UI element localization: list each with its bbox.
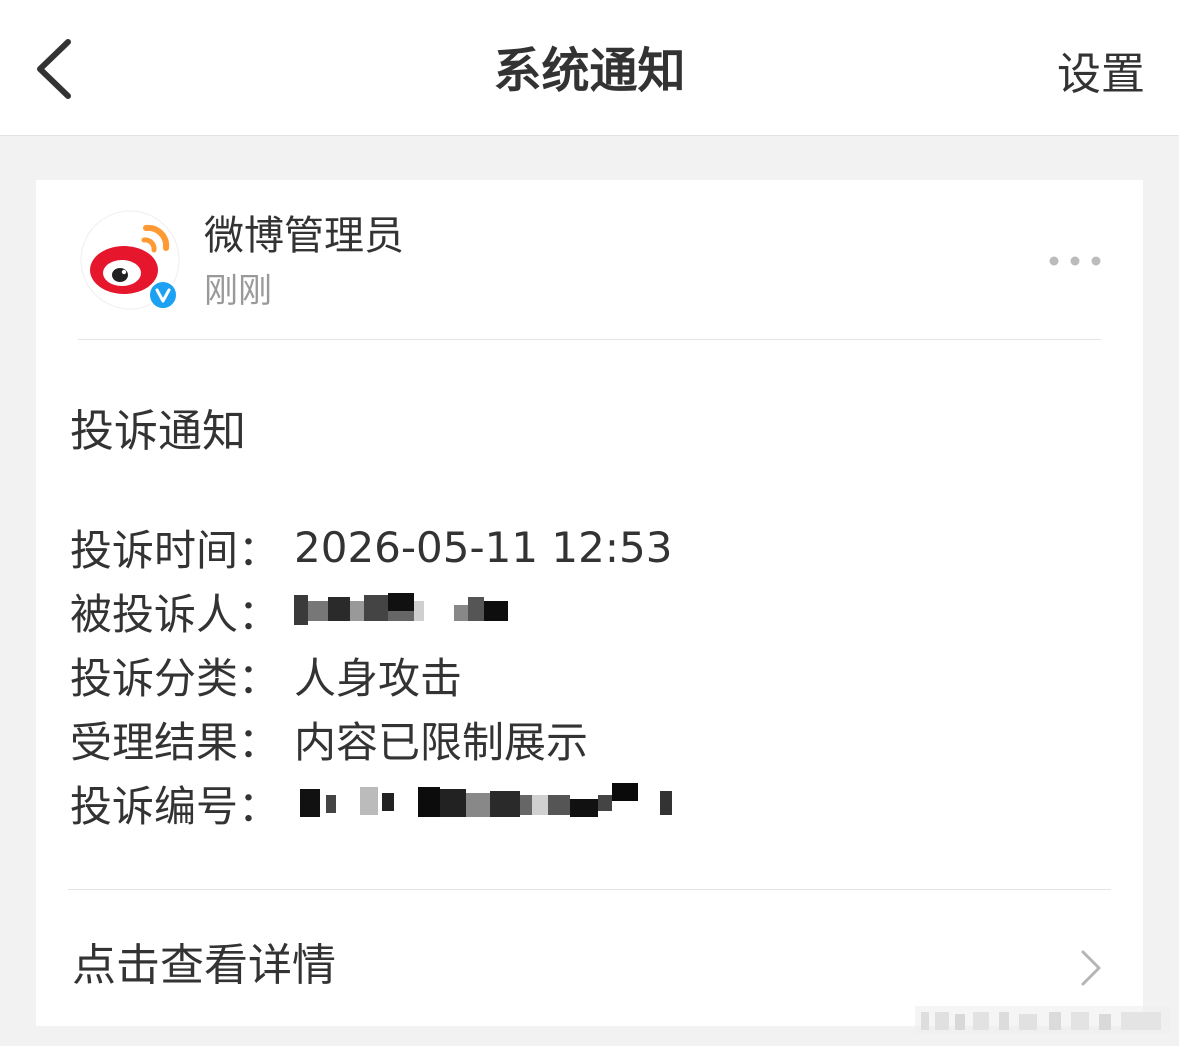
- sender-name[interactable]: 微博管理员: [204, 210, 404, 262]
- field-value: 内容已限制展示: [294, 717, 589, 767]
- field-label: 受理结果：: [70, 717, 281, 767]
- redacted-mosaic: [294, 593, 508, 625]
- field-label: 投诉时间：: [70, 525, 281, 575]
- field-value: 人身攻击: [294, 653, 463, 703]
- field-row-complaint-time: 投诉时间： 2026-05-11 12:53: [70, 515, 690, 579]
- verified-badge-icon: [148, 280, 178, 310]
- redacted-mosaic: [300, 783, 672, 817]
- settings-button[interactable]: 设置: [1057, 44, 1145, 106]
- top-navigation-bar: 系统通知 设置: [0, 0, 1179, 136]
- notice-title: 投诉通知: [70, 406, 246, 457]
- notice-fields: 投诉时间： 2026-05-11 12:53 被投诉人： 投诉分类： 人身攻击: [70, 515, 690, 835]
- field-label: 被投诉人：: [70, 589, 281, 639]
- view-details-label: 点击查看详情: [72, 940, 336, 991]
- field-label: 投诉编号：: [70, 781, 281, 831]
- message-time: 刚刚: [204, 271, 272, 311]
- more-dots-icon[interactable]: [1047, 254, 1103, 268]
- chevron-right-icon: [1081, 950, 1101, 986]
- notification-card: 微博管理员 刚刚 投诉通知 投诉时间： 2026-05-11 12:53 被投诉…: [36, 180, 1143, 1026]
- divider: [78, 339, 1101, 340]
- field-row-complaint-id: 投诉编号：: [70, 771, 690, 835]
- field-row-respondent: 被投诉人：: [70, 579, 690, 643]
- field-row-category: 投诉分类： 人身攻击: [70, 643, 690, 707]
- field-row-result: 受理结果： 内容已限制展示: [70, 707, 690, 771]
- watermark: [915, 1006, 1171, 1034]
- page-title: 系统通知: [493, 43, 686, 99]
- field-label: 投诉分类：: [70, 653, 281, 703]
- field-value: 2026-05-11 12:53: [294, 522, 673, 572]
